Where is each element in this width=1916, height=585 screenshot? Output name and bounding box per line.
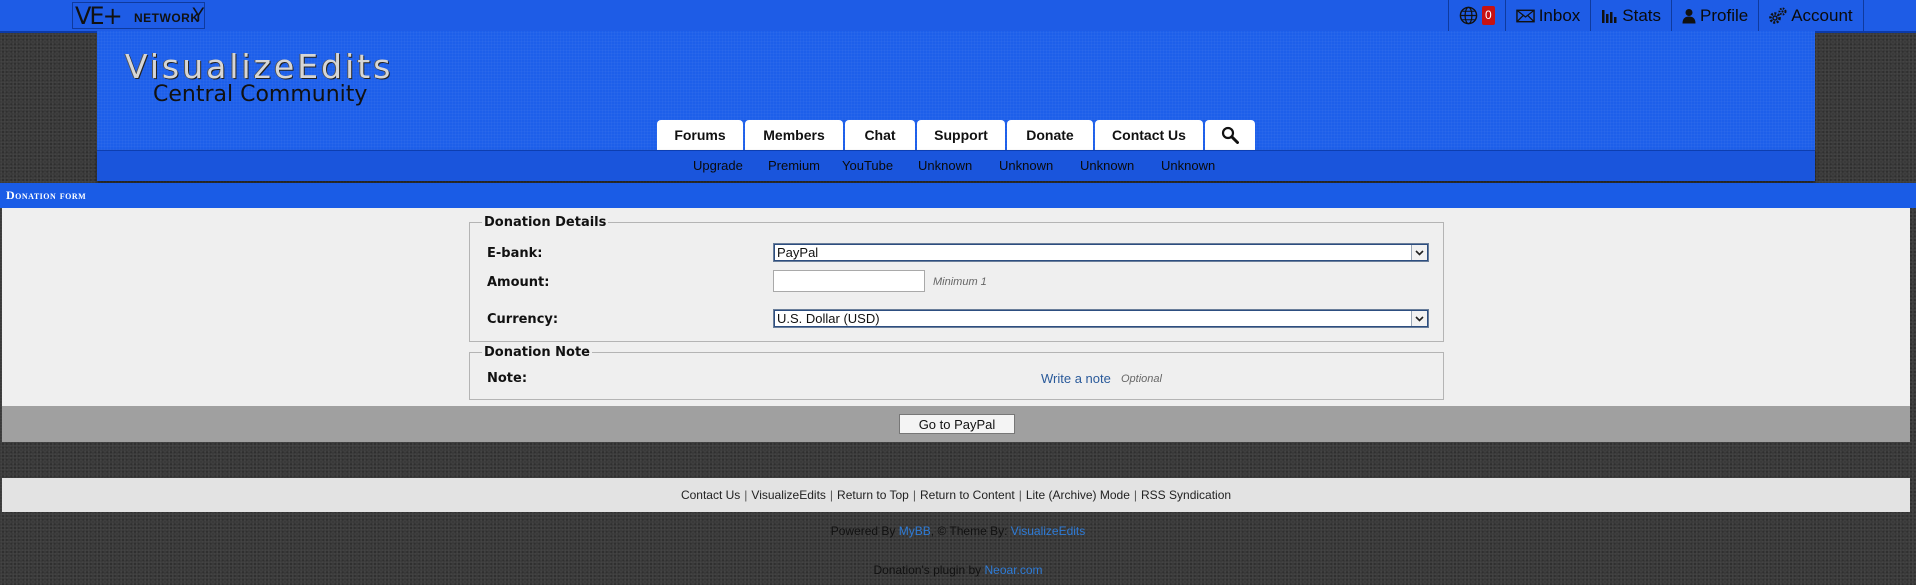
theme-author-link[interactable]: VisualizeEdits (1011, 524, 1085, 538)
donation-details-fieldset: Donation Details E-bank: PayPal Amount: … (469, 215, 1444, 342)
logo-tail: Y (192, 5, 205, 26)
nav-donate[interactable]: Donate (1007, 120, 1093, 150)
footer-lite-mode[interactable]: Lite (Archive) Mode (1026, 488, 1130, 502)
subnav-unknown-3[interactable]: Unknown (1080, 158, 1161, 173)
inbox-link[interactable]: Inbox (1504, 0, 1591, 31)
profile-link[interactable]: Profile (1671, 0, 1758, 31)
note-optional-hint: Optional (1121, 373, 1162, 385)
logo-mark: VE+ (75, 2, 123, 30)
nav-chat[interactable]: Chat (845, 120, 915, 150)
notifications-button[interactable]: 0 (1448, 0, 1505, 31)
plugin-by-text: Donation's plugin by (873, 563, 982, 577)
subnav-unknown-2[interactable]: Unknown (999, 158, 1080, 173)
site-header: VisualizeEdits Central Community Forums … (97, 31, 1815, 150)
user-menu: 0 Inbox Stats Profile Account (1448, 0, 1864, 31)
mybb-link[interactable]: MyBB (899, 524, 931, 538)
page-title-bar: Donation form (0, 183, 1916, 208)
plugin-author-link[interactable]: Neoar.com (985, 563, 1043, 577)
stats-label: Stats (1622, 5, 1662, 25)
profile-label: Profile (1700, 5, 1749, 25)
subnav-premium[interactable]: Premium (768, 158, 842, 173)
powered-by-text: Powered By (830, 524, 896, 538)
footer-visualizeedits[interactable]: VisualizeEdits (751, 488, 825, 502)
currency-select[interactable]: U.S. Dollar (USD) (773, 309, 1429, 328)
page-title: Donation form (6, 188, 87, 202)
main-nav: Forums Members Chat Support Donate Conta… (657, 120, 1255, 150)
currency-selected-value: U.S. Dollar (USD) (777, 311, 880, 326)
inbox-label: Inbox (1538, 5, 1581, 25)
notification-count-badge: 0 (1482, 6, 1495, 25)
top-bar: VE+ NETWORK Y 0 Inbox Stats Profile Acco… (0, 0, 1916, 33)
write-note-link[interactable]: Write a note (1041, 371, 1111, 386)
gears-icon (1769, 7, 1787, 24)
donation-note-legend: Donation Note (482, 345, 592, 360)
sub-nav: Upgrade Premium YouTube Unknown Unknown Unkno… (693, 158, 1215, 173)
footer-links: Contact Us | VisualizeEdits | Return to To… (2, 478, 1910, 512)
subnav-upgrade[interactable]: Upgrade (693, 158, 768, 173)
donation-details-legend: Donation Details (482, 215, 609, 230)
theme-by-text: , © Theme By: (930, 524, 1008, 538)
ebank-selected-value: PayPal (777, 245, 819, 260)
nav-search-button[interactable] (1205, 120, 1255, 150)
nav-contact-us[interactable]: Contact Us (1095, 120, 1203, 150)
footer-contact-us[interactable]: Contact Us (681, 488, 740, 502)
chevron-down-icon (1411, 311, 1427, 326)
search-icon (1221, 126, 1239, 144)
subnav-unknown-4[interactable]: Unknown (1161, 158, 1215, 173)
donation-form: Donation Details E-bank: PayPal Amount: … (2, 208, 1910, 406)
logo-network-text: NETWORK (134, 11, 200, 25)
subnav-youtube[interactable]: YouTube (842, 158, 918, 173)
ebank-select[interactable]: PayPal (773, 243, 1429, 262)
user-icon (1682, 8, 1696, 23)
go-to-paypal-button[interactable]: Go to PayPal (899, 414, 1015, 434)
subnav-unknown-1[interactable]: Unknown (918, 158, 999, 173)
amount-hint: Minimum 1 (933, 276, 987, 288)
account-label: Account (1791, 5, 1853, 25)
currency-label: Currency: (487, 312, 559, 327)
nav-forums[interactable]: Forums (657, 120, 743, 150)
donation-note-fieldset: Donation Note Note: Write a note Optiona… (469, 345, 1444, 400)
plugin-credits: Donation's plugin by Neoar.com (0, 563, 1916, 577)
bar-chart-icon (1602, 9, 1617, 23)
amount-input[interactable] (773, 270, 925, 292)
nav-support[interactable]: Support (917, 120, 1005, 150)
brand-title[interactable]: VisualizeEdits (125, 47, 393, 86)
nav-members[interactable]: Members (745, 120, 843, 150)
stats-link[interactable]: Stats (1590, 0, 1671, 31)
footer-return-to-content[interactable]: Return to Content (920, 488, 1015, 502)
chevron-down-icon (1411, 245, 1427, 260)
footer-return-to-top[interactable]: Return to Top (837, 488, 909, 502)
brand-subtitle: Central Community (153, 82, 368, 107)
sub-nav-bar: Upgrade Premium YouTube Unknown Unknown Unkno… (97, 150, 1815, 181)
amount-label: Amount: (487, 275, 550, 290)
globe-icon (1459, 6, 1478, 25)
account-link[interactable]: Account (1758, 0, 1864, 31)
powered-by-credits: Powered By MyBB, © Theme By: VisualizeEd… (0, 524, 1916, 538)
footer-rss-syndication[interactable]: RSS Syndication (1141, 488, 1231, 502)
ebank-label: E-bank: (487, 246, 543, 261)
network-logo[interactable]: VE+ NETWORK Y (72, 2, 205, 30)
submit-bar: Go to PayPal (2, 406, 1910, 442)
envelope-icon (1515, 9, 1535, 22)
note-label: Note: (487, 371, 528, 386)
